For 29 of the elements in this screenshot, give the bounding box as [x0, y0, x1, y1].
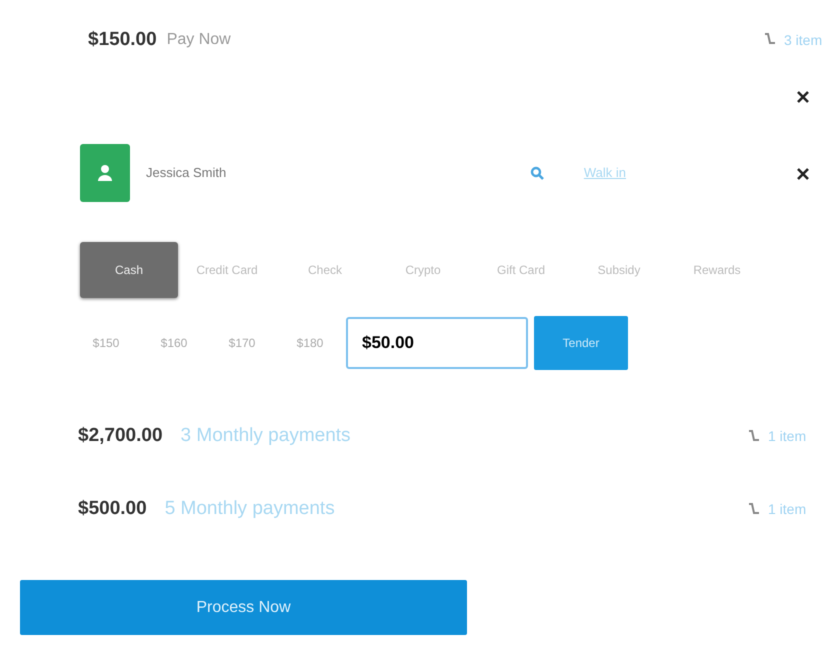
payment-method-tab[interactable]: Crypto	[374, 242, 472, 298]
quick-amount-button[interactable]: $170	[218, 333, 266, 353]
payment-method-tab[interactable]: Subsidy	[570, 242, 668, 298]
process-button[interactable]: Process Now	[20, 580, 467, 635]
items-link[interactable]: 1 item	[768, 426, 806, 447]
person-icon	[97, 164, 113, 182]
close-icon[interactable]	[796, 167, 810, 182]
plan-link[interactable]: 5 Monthly payments	[164, 495, 335, 524]
payment-method-tab[interactable]: Credit Card	[178, 242, 276, 298]
payment-method-tab[interactable]: Check	[276, 242, 374, 298]
payment-method-tab[interactable]: Rewards	[668, 242, 766, 298]
items-link[interactable]: 1 item	[768, 499, 806, 520]
items-link[interactable]: 3 item	[784, 30, 822, 50]
payment-method-tab[interactable]: Gift Card	[472, 242, 570, 298]
quick-amount-button[interactable]: $150	[82, 333, 130, 353]
close-icon[interactable]	[796, 90, 810, 104]
amount-field[interactable]: $50.00	[346, 317, 528, 369]
amount-text: $150.00	[88, 28, 157, 52]
amount-text: $2,700.00	[78, 424, 163, 448]
customer-name: Jessica Smith	[146, 164, 226, 182]
quick-amount-button[interactable]: $160	[150, 333, 198, 353]
search-icon[interactable]	[530, 166, 544, 180]
quick-amount-button[interactable]: $180	[286, 333, 334, 353]
customer-link[interactable]: Walk in	[584, 163, 626, 183]
tender-button[interactable]: Tender	[534, 316, 628, 370]
amount-text: $500.00	[78, 497, 147, 522]
pay-now-label: Pay Now	[166, 30, 231, 50]
plan-link[interactable]: 3 Monthly payments	[180, 422, 351, 451]
payment-method-tab[interactable]: Cash	[80, 242, 178, 298]
